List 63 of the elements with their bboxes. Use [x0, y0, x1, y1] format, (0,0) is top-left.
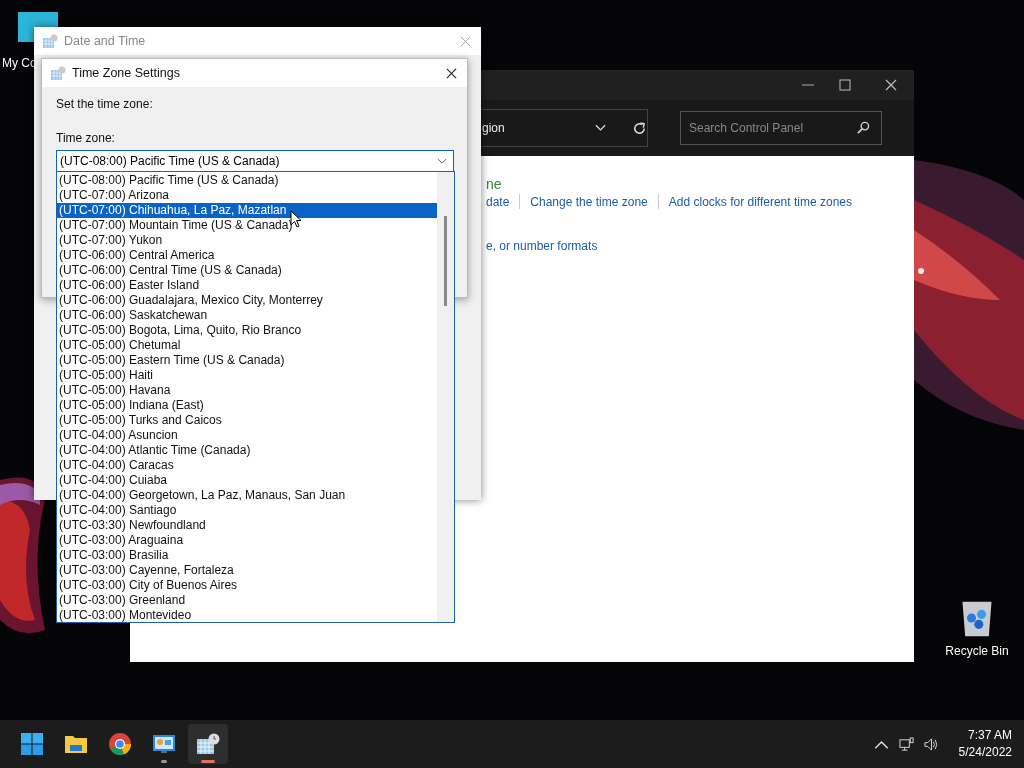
browser-icon[interactable]	[108, 732, 132, 756]
window-title: Time Zone Settings	[72, 66, 181, 80]
time-zone-option[interactable]: (UTC-03:00) Greenland	[57, 593, 437, 608]
link[interactable]: date	[486, 194, 510, 209]
time-zone-option[interactable]: (UTC-03:00) Montevideo	[57, 608, 437, 623]
date-text: 5/24/2022	[958, 744, 1012, 761]
time-zone-option[interactable]: (UTC-06:00) Easter Island	[57, 278, 437, 293]
time-zone-option[interactable]: (UTC-04:00) Atlantic Time (Canada)	[57, 443, 437, 458]
time-zone-option[interactable]: (UTC-05:00) Chetumal	[57, 338, 437, 353]
calendar-clock-icon[interactable]	[196, 732, 220, 756]
scrollbar-thumb[interactable]	[444, 216, 447, 306]
time-zone-option[interactable]: (UTC-05:00) Indiana (East)	[57, 398, 437, 413]
time-text: 7:37 AM	[967, 727, 1012, 744]
time-zone-option[interactable]: (UTC-06:00) Guadalajara, Mexico City, Monterrey	[57, 293, 437, 308]
prompt-text: Set the time zone:	[56, 97, 154, 111]
time-zone-option[interactable]: (UTC-04:00) Santiago	[57, 503, 437, 518]
link[interactable]: e, or number formats	[486, 239, 598, 253]
time-zone-option[interactable]: (UTC-07:00) Chihuahua, La Paz, Mazatlan	[57, 203, 437, 218]
clock[interactable]: 7:37 AM 5/24/2022	[958, 727, 1012, 761]
time-zone-option[interactable]: (UTC-07:00) Arizona	[57, 188, 437, 203]
time-zone-option[interactable]: (UTC-03:30) Newfoundland	[57, 518, 437, 533]
cursor-icon	[290, 210, 302, 228]
time-zone-option[interactable]: (UTC-05:00) Haiti	[57, 368, 437, 383]
taskbar-app[interactable]	[188, 724, 228, 764]
link[interactable]: Change the time zone	[530, 194, 648, 209]
calendar-clock-icon	[50, 65, 66, 81]
field-label: Time zone:	[56, 131, 116, 145]
close-icon[interactable]	[446, 67, 457, 79]
time-zone-option[interactable]: (UTC-04:00) Caracas	[57, 458, 437, 473]
time-zone-option[interactable]: (UTC-07:00) Yukon	[57, 233, 437, 248]
time-zone-option[interactable]: (UTC-03:00) City of Buenos Aires	[57, 578, 437, 593]
time-zone-option[interactable]: (UTC-05:00) Turks and Caicos	[57, 413, 437, 428]
time-zone-option[interactable]: (UTC-04:00) Cuiaba	[57, 473, 437, 488]
calendar-clock-icon	[42, 33, 58, 49]
link[interactable]: Add clocks for different time zones	[668, 194, 852, 209]
time-zone-option[interactable]: (UTC-06:00) Central America	[57, 248, 437, 263]
monitor-icon[interactable]	[152, 732, 176, 756]
time-zone-option[interactable]: (UTC-06:00) Central Time (US & Canada)	[57, 263, 437, 278]
section-heading: ne	[486, 176, 502, 192]
time-zone-option[interactable]: (UTC-05:00) Bogota, Lima, Quito, Rio Branco	[57, 323, 437, 338]
close-icon[interactable]	[885, 79, 897, 91]
time-zone-option[interactable]: (UTC-04:00) Asuncion	[57, 428, 437, 443]
windows-logo-icon[interactable]	[20, 732, 44, 756]
refresh-icon[interactable]	[632, 120, 647, 136]
scrollbar[interactable]	[437, 172, 454, 622]
address-text: gion	[482, 121, 506, 135]
time-zone-option[interactable]: (UTC-03:00) Araguaina	[57, 533, 437, 548]
window-title: Date and Time	[64, 34, 147, 48]
time-zone-option[interactable]: (UTC-05:00) Havana	[57, 383, 437, 398]
search-field[interactable]: Search Control Panel	[680, 111, 882, 145]
time-zone-option[interactable]: (UTC-03:00) Cayenne, Fortaleza	[57, 563, 437, 578]
desktop-icon-label[interactable]: Recycle Bin	[945, 644, 1009, 658]
search-icon[interactable]	[857, 121, 870, 134]
time-zone-option[interactable]: (UTC-04:00) Georgetown, La Paz, Manaus, San Juan	[57, 488, 437, 503]
time-zone-option[interactable]: (UTC-03:00) Brasilia	[57, 548, 437, 563]
network-icon[interactable]	[898, 736, 914, 752]
volume-icon[interactable]	[923, 736, 939, 752]
time-zone-option[interactable]: (UTC-07:00) Mountain Time (US & Canada)	[57, 218, 437, 233]
time-zone-option[interactable]: (UTC-08:00) Pacific Time (US & Canada)	[57, 173, 437, 188]
time-zone-option[interactable]: (UTC-06:00) Saskatchewan	[57, 308, 437, 323]
time-zone-option[interactable]: (UTC-05:00) Eastern Time (US & Canada)	[57, 353, 437, 368]
time-zone-dropdown[interactable]: (UTC-08:00) Pacific Time (US & Canada)	[56, 150, 454, 172]
maximize-icon[interactable]	[839, 79, 851, 91]
